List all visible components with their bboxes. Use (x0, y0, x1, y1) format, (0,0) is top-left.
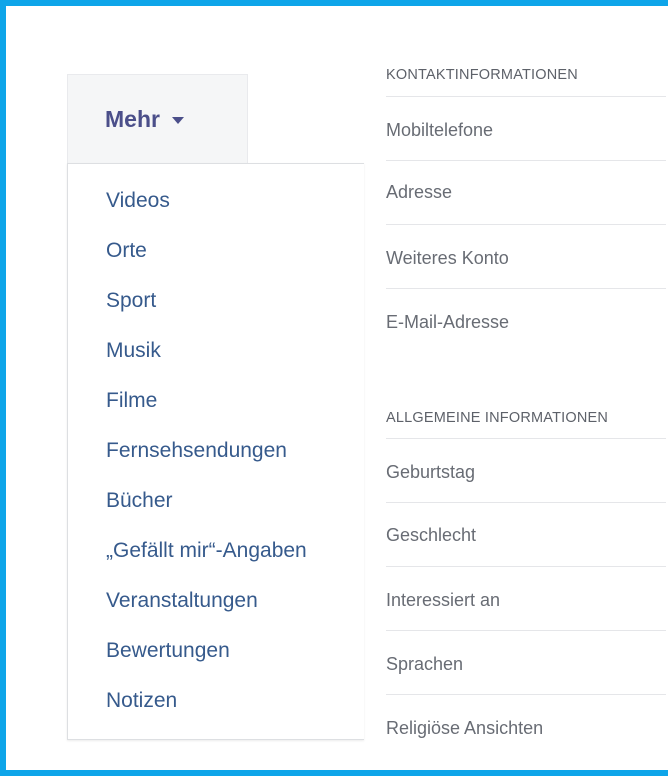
divider (386, 288, 666, 289)
divider (386, 630, 666, 631)
more-dropdown-label: Mehr (105, 105, 160, 132)
divider (386, 438, 666, 439)
menu-item-veranstaltungen[interactable]: Veranstaltungen (106, 589, 258, 613)
menu-item-musik[interactable]: Musik (106, 339, 161, 363)
divider (386, 160, 666, 161)
more-dropdown-button[interactable]: Mehr (67, 74, 248, 163)
menu-item-notizen[interactable]: Notizen (106, 689, 177, 713)
divider (386, 96, 666, 97)
section-title-contact: KONTAKTINFORMATIONEN (386, 67, 578, 83)
menu-item-fernsehsendungen[interactable]: Fernsehsendungen (106, 439, 287, 463)
menu-item-filme[interactable]: Filme (106, 389, 157, 413)
info-row-religious-views[interactable]: Religiöse Ansichten (386, 718, 666, 739)
info-row-languages[interactable]: Sprachen (386, 654, 666, 675)
menu-item-sport[interactable]: Sport (106, 289, 156, 313)
menu-item-bewertungen[interactable]: Bewertungen (106, 639, 230, 663)
info-row-other-account[interactable]: Weiteres Konto (386, 248, 666, 269)
divider (386, 224, 666, 225)
screenshot-frame: Mehr Videos Orte Sport Musik Filme Ferns… (0, 0, 668, 776)
section-title-general: ALLGEMEINE INFORMATIONEN (386, 410, 609, 426)
info-row-mobile[interactable]: Mobiltelefone (386, 120, 666, 141)
menu-item-videos[interactable]: Videos (106, 189, 170, 213)
info-row-birthday[interactable]: Geburtstag (386, 462, 666, 483)
info-row-interested-in[interactable]: Interessiert an (386, 590, 666, 611)
menu-item-buecher[interactable]: Bücher (106, 489, 173, 513)
info-row-address[interactable]: Adresse (386, 182, 666, 203)
info-row-email[interactable]: E-Mail-Adresse (386, 312, 666, 333)
divider (386, 694, 666, 695)
divider (386, 502, 666, 503)
more-dropdown-menu: Videos Orte Sport Musik Filme Fernsehsen… (67, 163, 364, 740)
menu-item-orte[interactable]: Orte (106, 239, 147, 263)
caret-down-icon (171, 116, 184, 124)
menu-item-gefaellt-mir[interactable]: „Gefällt mir“-Angaben (106, 539, 307, 563)
info-row-gender[interactable]: Geschlecht (386, 525, 666, 546)
divider (386, 566, 666, 567)
